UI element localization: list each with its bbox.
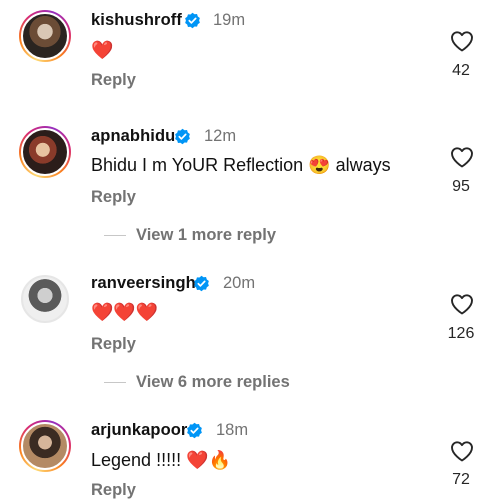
avatar-image <box>21 12 69 60</box>
comment-text-main: Bhidu I m YoUR Reflection <box>91 155 304 175</box>
divider <box>104 382 126 383</box>
like-count: 95 <box>452 178 470 195</box>
reply-button[interactable]: Reply <box>91 71 136 90</box>
reply-button[interactable]: Reply <box>91 188 136 207</box>
avatar-image <box>21 275 69 323</box>
comment-text: Bhidu I m YoUR Reflection 😍 always <box>91 155 391 176</box>
divider <box>104 235 126 236</box>
avatar[interactable] <box>19 420 71 472</box>
comment-text: Legend !!!!! ❤️🔥 <box>91 450 231 471</box>
avatar[interactable] <box>19 126 71 178</box>
view-more-replies[interactable]: View 1 more reply <box>104 226 276 245</box>
view-more-replies-label[interactable]: View 6 more replies <box>136 373 290 392</box>
like-count: 72 <box>452 471 470 488</box>
comment-username[interactable]: arjunkapoor <box>91 421 187 440</box>
heart-outline-icon[interactable] <box>450 146 474 168</box>
like-count: 42 <box>452 62 470 79</box>
comment-timestamp: 20m <box>223 274 256 292</box>
avatar[interactable] <box>19 273 71 325</box>
comment-text-main: Legend !!!!! <box>91 450 182 470</box>
comment-timestamp: 12m <box>204 127 237 145</box>
reply-button[interactable]: Reply <box>91 335 136 354</box>
verified-badge-icon <box>187 422 202 439</box>
comment-username[interactable]: kishushroff <box>91 11 182 30</box>
view-more-replies[interactable]: View 6 more replies <box>104 373 290 392</box>
reply-button[interactable]: Reply <box>91 481 136 500</box>
comment-username[interactable]: apnabhidu <box>91 127 175 146</box>
comment-timestamp: 19m <box>213 11 246 29</box>
verified-badge-icon <box>185 12 200 29</box>
comment-text-tail: always <box>335 155 391 175</box>
like-count: 126 <box>447 325 475 342</box>
avatar-image <box>21 128 69 176</box>
smiling-heart-eyes-emoji: 😍 <box>308 155 331 175</box>
heart-outline-icon[interactable] <box>450 293 474 315</box>
comment-username[interactable]: ranveersingh <box>91 274 196 293</box>
verified-badge-icon <box>194 275 209 292</box>
heart-fire-emoji: ❤️🔥 <box>186 450 231 470</box>
verified-badge-icon <box>175 128 190 145</box>
avatar[interactable] <box>19 10 71 62</box>
avatar-image <box>21 422 69 470</box>
heart-outline-icon[interactable] <box>450 30 474 52</box>
comment-emoji: ❤️ <box>91 40 114 60</box>
comment-emoji: ❤️❤️❤️ <box>91 302 159 322</box>
view-more-replies-label[interactable]: View 1 more reply <box>136 226 276 245</box>
heart-outline-icon[interactable] <box>450 440 474 462</box>
comment-timestamp: 18m <box>216 421 249 439</box>
